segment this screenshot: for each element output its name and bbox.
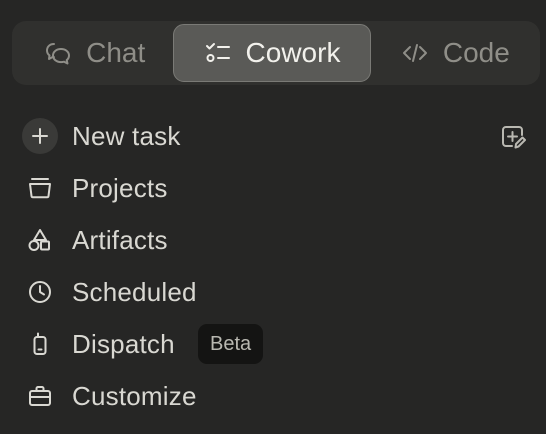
new-task-label: New task: [72, 120, 181, 151]
tab-chat-label: Chat: [86, 37, 146, 68]
shapes-icon: [22, 222, 58, 258]
new-task-item[interactable]: New task: [0, 110, 546, 162]
tab-chat[interactable]: Chat: [16, 24, 173, 82]
chat-bubble-icon: [44, 39, 72, 67]
tab-cowork[interactable]: Cowork: [173, 24, 371, 82]
sidebar-item-scheduled[interactable]: Scheduled: [0, 266, 546, 318]
tab-cowork-label: Cowork: [245, 37, 341, 68]
compose-button[interactable]: [496, 122, 530, 156]
beta-badge: Beta: [198, 324, 264, 364]
sidebar-item-dispatch[interactable]: Dispatch: [0, 318, 546, 370]
sidebar-item-label: Projects: [72, 172, 168, 203]
sidebar-panel: Chat Cowork Code New task Projects Artif…: [0, 0, 546, 434]
phone-icon: [22, 326, 58, 362]
clock-icon: [22, 274, 58, 310]
compose-icon: [500, 124, 526, 155]
sidebar-item-projects[interactable]: Projects: [0, 162, 546, 214]
folder-icon: [22, 170, 58, 206]
sidebar-item-label: Dispatch: [72, 328, 175, 359]
briefcase-icon: [22, 378, 58, 414]
sidebar-item-artifacts[interactable]: Artifacts: [0, 214, 546, 266]
sidebar-item-customize[interactable]: Customize: [0, 370, 546, 422]
sidebar-item-label: Artifacts: [72, 224, 168, 255]
code-brackets-icon: [401, 39, 429, 67]
sidebar-item-label: Customize: [72, 380, 197, 411]
tab-code-label: Code: [442, 37, 510, 68]
checklist-icon: [204, 39, 232, 67]
nav-list: New task Projects Artifacts Scheduled Di…: [0, 110, 546, 422]
plus-icon: [22, 118, 58, 154]
tab-code[interactable]: Code: [375, 24, 536, 82]
mode-switcher: Chat Cowork Code: [12, 21, 540, 85]
sidebar-item-label: Scheduled: [72, 276, 197, 307]
